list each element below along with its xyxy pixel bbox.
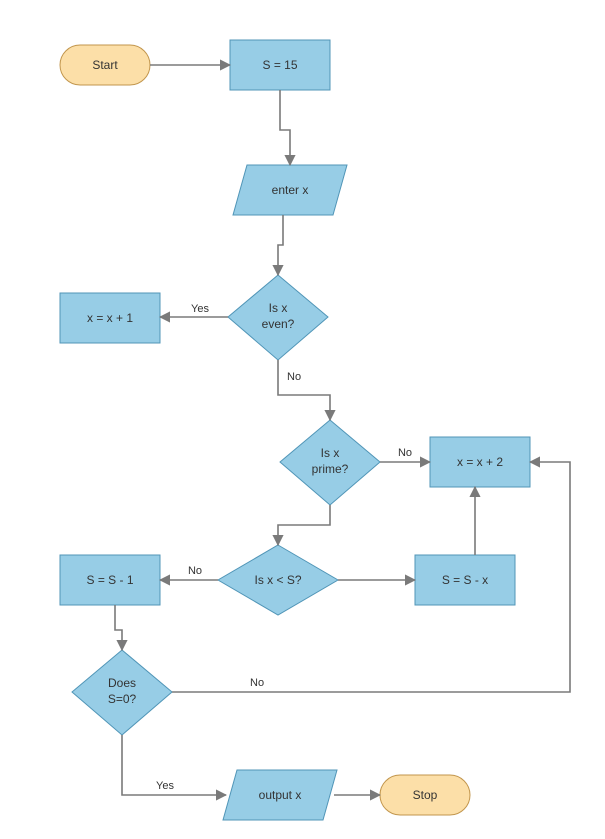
- edge-szero-yes-label: Yes: [156, 780, 174, 792]
- node-szero: Does S=0?: [72, 650, 172, 735]
- node-prime-line2: prime?: [312, 462, 349, 476]
- node-init-label: S = 15: [262, 58, 297, 72]
- flowchart: Start S = 15 enter x Is x even? x = x + …: [0, 0, 605, 839]
- node-xplus1-label: x = x + 1: [87, 311, 133, 325]
- node-xplus1: x = x + 1: [60, 293, 160, 343]
- node-init: S = 15: [230, 40, 330, 90]
- node-szero-line2: S=0?: [108, 692, 137, 706]
- edge-even-prime: [278, 360, 330, 420]
- node-start-label: Start: [92, 58, 118, 72]
- node-xplus2-label: x = x + 2: [457, 455, 503, 469]
- node-stop-label: Stop: [413, 788, 438, 802]
- edge-szero-outputx: [122, 735, 226, 795]
- edge-szero-no-label: No: [250, 677, 264, 689]
- node-stop: Stop: [380, 775, 470, 815]
- node-even: Is x even?: [228, 275, 328, 360]
- edge-init-enterx: [280, 90, 290, 165]
- node-lt: Is x < S?: [218, 545, 338, 615]
- edge-even-no-label: No: [287, 371, 301, 383]
- node-szero-line1: Does: [108, 676, 136, 690]
- node-sminusx-label: S = S - x: [442, 573, 488, 587]
- node-sminus1-label: S = S - 1: [86, 573, 133, 587]
- node-lt-label: Is x < S?: [254, 573, 301, 587]
- edge-enterx-even: [278, 215, 283, 275]
- edge-sminus1-szero: [115, 605, 122, 650]
- node-prime-line1: Is x: [321, 446, 340, 460]
- node-xplus2: x = x + 2: [430, 437, 530, 487]
- edge-lt-no-label: No: [188, 565, 202, 577]
- edge-prime-no-label: No: [398, 447, 412, 459]
- node-enterx-label: enter x: [272, 183, 309, 197]
- node-sminusx: S = S - x: [415, 555, 515, 605]
- node-even-line2: even?: [262, 317, 295, 331]
- edge-even-yes-label: Yes: [191, 303, 209, 315]
- node-sminus1: S = S - 1: [60, 555, 160, 605]
- node-outputx: output x: [223, 770, 337, 820]
- node-start: Start: [60, 45, 150, 85]
- node-outputx-label: output x: [259, 788, 302, 802]
- edge-prime-lt: [278, 505, 330, 545]
- node-prime: Is x prime?: [280, 420, 380, 505]
- node-enterx: enter x: [233, 165, 347, 215]
- node-even-line1: Is x: [269, 301, 288, 315]
